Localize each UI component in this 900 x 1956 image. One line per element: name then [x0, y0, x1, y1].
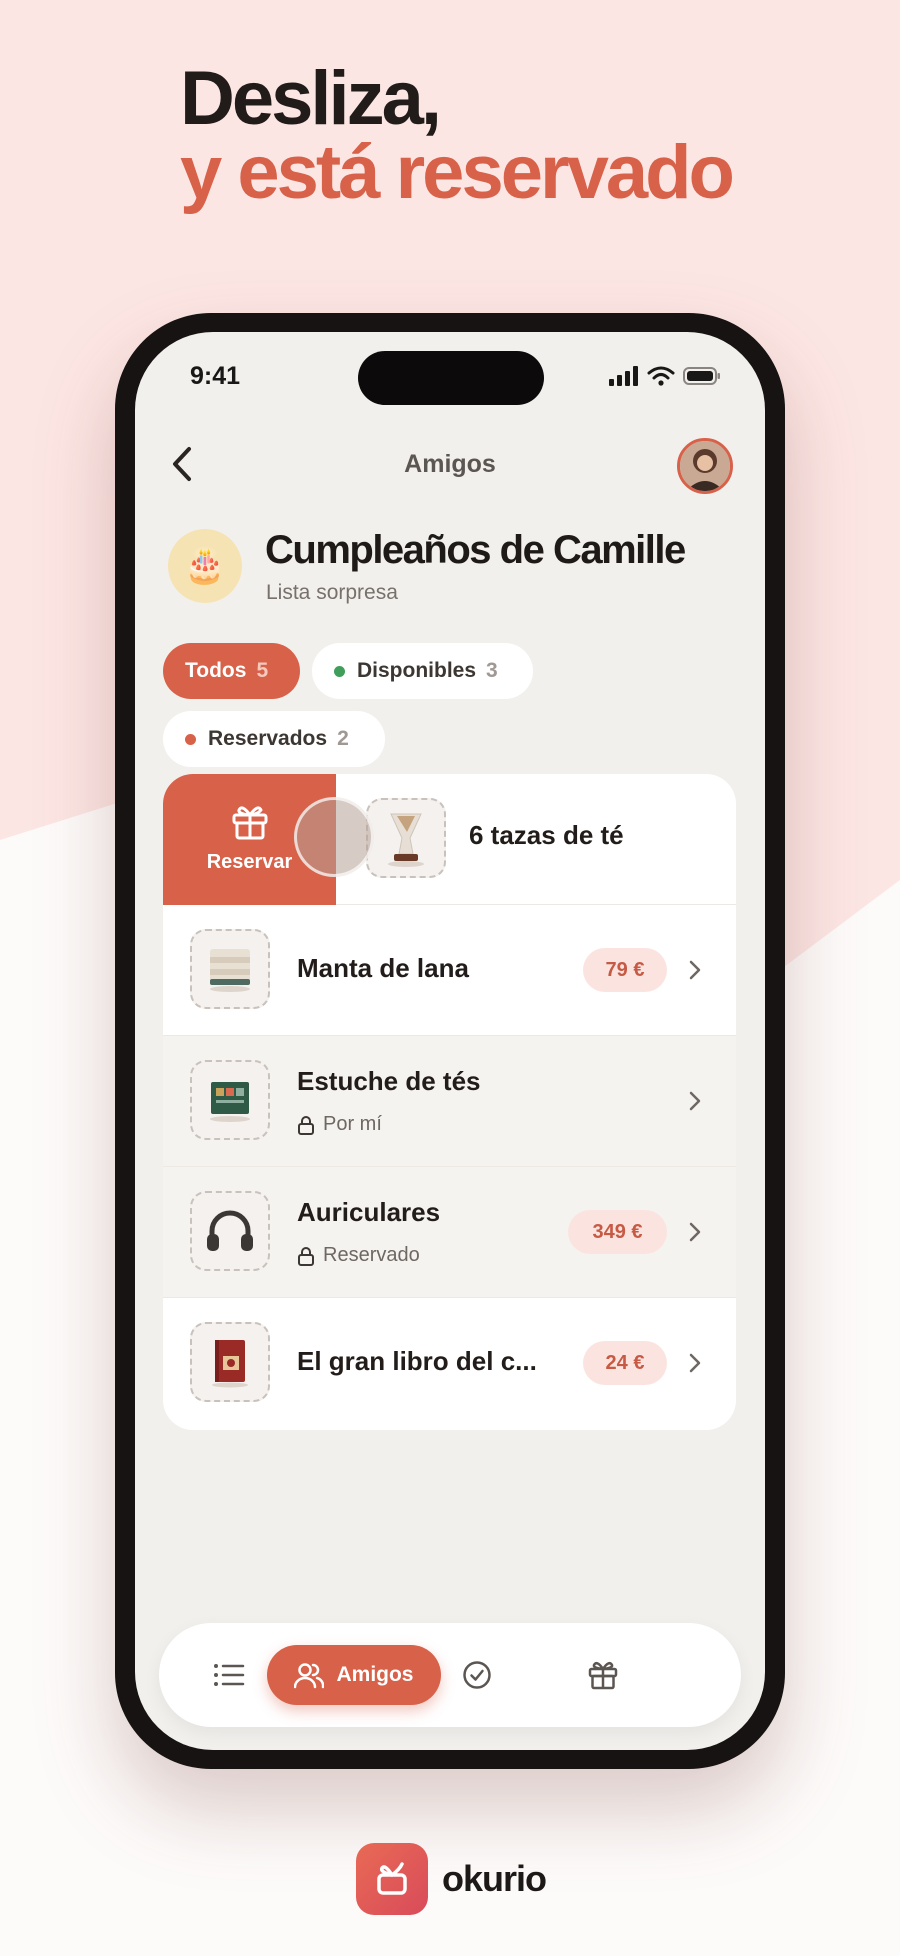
headphones-image	[207, 1210, 253, 1251]
wifi-icon	[647, 366, 675, 386]
item-thumbnail	[190, 929, 270, 1009]
tab-gifts[interactable]	[573, 1645, 633, 1705]
lock-icon	[298, 1115, 314, 1135]
check-circle-icon	[463, 1661, 491, 1689]
event-subtitle: Lista sorpresa	[266, 581, 398, 604]
tab-amigos[interactable]: Amigos	[267, 1645, 441, 1705]
filter-chip-disponibles[interactable]: Disponibles 3	[312, 643, 533, 699]
lock-icon	[298, 1246, 314, 1266]
available-dot	[334, 665, 345, 677]
item-status-label: Por mí	[323, 1113, 382, 1135]
book-image	[212, 1340, 248, 1388]
gift-list: Reservar 6 tazas de té Manta de lana 79 …	[163, 774, 736, 1430]
status-icons	[609, 366, 721, 386]
list-icon	[214, 1664, 245, 1686]
tea-cups-image	[388, 813, 424, 867]
brand-footer: okurio	[356, 1843, 547, 1915]
chevron-right-icon	[689, 1353, 701, 1373]
item-status: Por mí	[297, 1113, 382, 1136]
filter-count: 5	[256, 659, 269, 682]
chevron-right-icon	[689, 960, 701, 980]
price-badge: 24 €	[583, 1341, 667, 1385]
signal-icon	[609, 366, 638, 386]
filter-label: Disponibles	[357, 659, 477, 682]
item-thumbnail	[190, 1322, 270, 1402]
brand-name: okurio	[442, 1858, 547, 1899]
nav-title: Amigos	[404, 450, 496, 478]
item-thumbnail	[190, 1060, 270, 1140]
list-item-swiping[interactable]: Reservar 6 tazas de té	[163, 774, 736, 905]
item-status-label: Reservado	[323, 1244, 420, 1266]
tea-box-image	[210, 1082, 250, 1122]
bottom-tab-bar: Amigos	[159, 1623, 741, 1727]
okurio-logo-icon	[356, 1843, 428, 1915]
tab-amigos-label: Amigos	[336, 1663, 414, 1686]
item-thumbnail	[366, 798, 446, 878]
users-icon	[294, 1663, 325, 1689]
filter-label: Todos	[185, 659, 247, 682]
filter-count: 2	[337, 727, 349, 750]
tab-check[interactable]	[447, 1645, 507, 1705]
price-badge: 349 €	[568, 1210, 667, 1254]
chevron-right-icon	[689, 1091, 701, 1111]
event-title: Cumpleaños de Camille	[265, 528, 686, 572]
chevron-right-icon	[689, 1222, 701, 1242]
list-item[interactable]: Auriculares Reservado 349 €	[163, 1167, 736, 1298]
item-name: Manta de lana	[297, 953, 469, 983]
item-name: Estuche de tés	[297, 1066, 481, 1096]
event-emoji: 🎂	[168, 529, 242, 603]
avatar[interactable]	[677, 438, 733, 494]
phone-frame: 9:41 Amigos 🎂 Cumpleaños de Camille List…	[115, 313, 785, 1769]
status-time: 9:41	[190, 362, 241, 390]
price-badge: 79 €	[583, 948, 667, 992]
gift-logo-icon	[377, 1862, 407, 1895]
headline: Desliza, y está reservado	[180, 56, 735, 215]
list-item[interactable]: Manta de lana 79 €	[163, 905, 736, 1036]
item-status: Reservado	[297, 1244, 420, 1267]
item-name: El gran libro del c...	[297, 1346, 537, 1376]
dynamic-island	[358, 351, 544, 405]
filter-label: Reservados	[208, 727, 328, 750]
reserved-dot	[185, 733, 196, 745]
list-item[interactable]: El gran libro del c... 24 €	[163, 1298, 736, 1429]
item-thumbnail	[190, 1191, 270, 1271]
tab-list[interactable]	[199, 1645, 259, 1705]
swipe-handle[interactable]	[294, 797, 374, 877]
filter-chip-todos[interactable]: Todos 5	[163, 643, 300, 699]
phone-screen: 9:41 Amigos 🎂 Cumpleaños de Camille List…	[135, 332, 765, 1750]
headline-line-2: y está reservado	[180, 130, 735, 215]
blanket-image	[210, 949, 250, 992]
item-name: Auriculares	[297, 1197, 441, 1227]
avatar-photo	[680, 441, 730, 491]
filter-chip-reservados[interactable]: Reservados 2	[163, 711, 385, 767]
list-item[interactable]: Estuche de tés Por mí	[163, 1036, 736, 1167]
gift-icon	[588, 1661, 618, 1690]
item-name: 6 tazas de té	[469, 820, 624, 850]
headline-line-1: Desliza,	[180, 56, 442, 141]
gift-icon	[232, 806, 268, 840]
battery-icon	[683, 367, 720, 385]
filter-count: 3	[486, 659, 498, 682]
